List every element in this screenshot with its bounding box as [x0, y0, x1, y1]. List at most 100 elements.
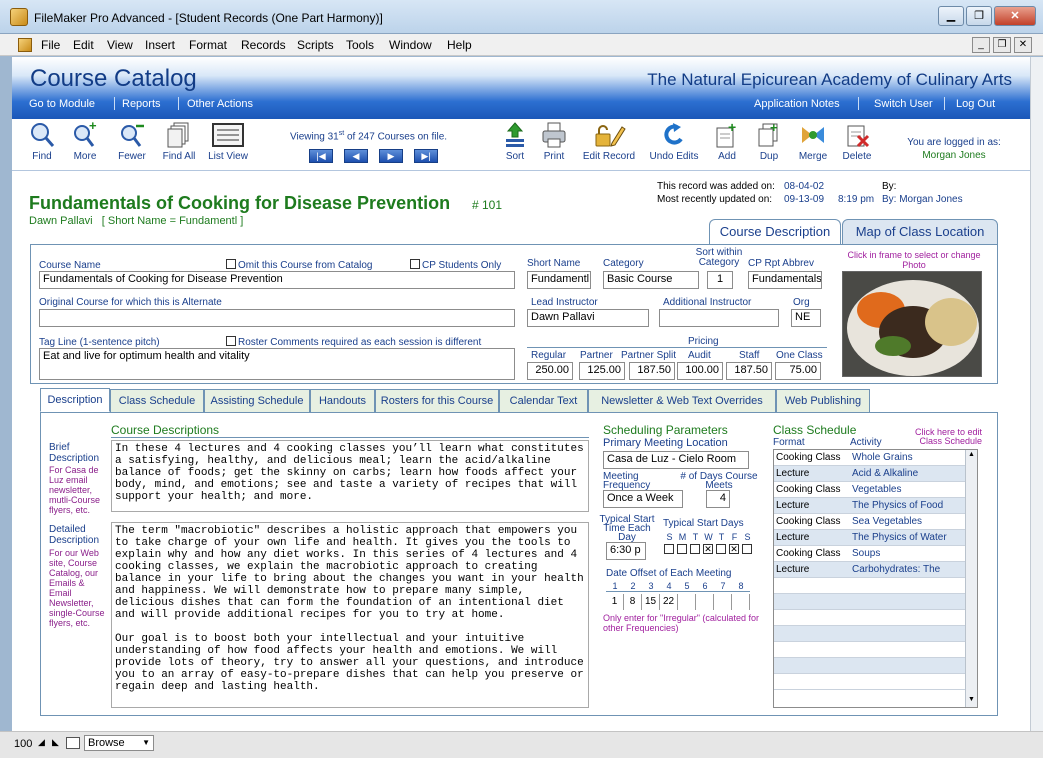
day-checkbox[interactable] [742, 544, 752, 554]
application-notes-link[interactable]: Application Notes [754, 98, 840, 110]
offset-cell[interactable] [678, 594, 696, 610]
frequency-field[interactable]: Once a Week [603, 490, 683, 508]
document-icon[interactable] [18, 38, 32, 52]
previous-record-button[interactable]: ◀ [344, 149, 368, 163]
sort-within-category-field[interactable]: 1 [707, 271, 733, 289]
additional-instructor-field[interactable] [659, 309, 779, 327]
class-schedule-row[interactable] [774, 658, 966, 674]
offset-cell[interactable] [696, 594, 714, 610]
scroll-down-arrow-icon[interactable]: ▼ [967, 696, 976, 706]
zoom-level[interactable]: 100 [14, 738, 32, 750]
course-name-field[interactable]: Fundamentals of Cooking for Disease Prev… [39, 271, 515, 289]
last-record-button[interactable]: ▶| [414, 149, 438, 163]
class-schedule-row[interactable]: Lecture Carbohydrates: The [774, 562, 966, 578]
class-schedule-row[interactable] [774, 610, 966, 626]
reports-link[interactable]: Reports [122, 98, 161, 110]
pricing-partner-field[interactable]: 125.00 [579, 362, 625, 380]
window-scrollbar[interactable] [1030, 57, 1043, 731]
lead-instructor-field[interactable]: Dawn Pallavi [527, 309, 649, 327]
switch-user-link[interactable]: Switch User [874, 98, 933, 110]
offset-cell[interactable] [714, 594, 732, 610]
mdi-close-button[interactable]: ✕ [1014, 37, 1032, 53]
cp-students-only-checkbox[interactable]: CP Students Only [410, 259, 501, 271]
subtab-assisting-schedule[interactable]: Assisting Schedule [204, 389, 310, 413]
add-record-button[interactable]: + Add [712, 119, 742, 162]
class-schedule-row[interactable] [774, 626, 966, 642]
menu-edit[interactable]: Edit [73, 38, 94, 52]
day-checkbox[interactable] [716, 544, 726, 554]
pricing-regular-field[interactable]: 250.00 [527, 362, 573, 380]
undo-edits-button[interactable]: Undo Edits [646, 121, 702, 162]
class-schedule-row[interactable] [774, 594, 966, 610]
edit-class-schedule-link[interactable]: Click here to edit Class Schedule [900, 428, 982, 446]
class-schedule-row[interactable]: Lecture The Physics of Water [774, 530, 966, 546]
print-button[interactable]: Print [538, 121, 570, 162]
start-time-field[interactable]: 6:30 p [606, 542, 646, 560]
subtab-description[interactable]: Description [40, 388, 110, 412]
offset-cell[interactable]: 15 [642, 594, 660, 610]
find-all-button[interactable]: Find All [160, 121, 198, 162]
class-schedule-row[interactable]: Cooking Class Whole Grains [774, 450, 966, 466]
subtab-calendar-text[interactable]: Calendar Text [499, 389, 588, 413]
day-checkbox[interactable] [690, 544, 700, 554]
course-photo[interactable] [842, 271, 982, 377]
mdi-minimize-button[interactable]: _ [972, 37, 990, 53]
tab-map-of-class-location[interactable]: Map of Class Location [842, 219, 998, 245]
merge-button[interactable]: Merge [794, 121, 832, 162]
sort-button[interactable]: Sort [500, 121, 530, 162]
omit-from-catalog-checkbox[interactable]: Omit this Course from Catalog [226, 259, 373, 271]
offset-cell[interactable]: 1 [606, 594, 624, 610]
menu-help[interactable]: Help [447, 38, 472, 52]
day-checkbox[interactable] [677, 544, 687, 554]
menu-window[interactable]: Window [389, 38, 432, 52]
tab-course-description[interactable]: Course Description [709, 219, 841, 245]
offset-cell[interactable]: 8 [624, 594, 642, 610]
class-schedule-row[interactable]: Cooking Class Vegetables [774, 482, 966, 498]
short-name-field[interactable]: Fundamentl [527, 271, 591, 289]
delete-button[interactable]: Delete [838, 121, 876, 162]
schedule-scrollbar[interactable]: ▲ ▼ [965, 450, 977, 707]
edit-record-button[interactable]: Edit Record [580, 121, 638, 162]
detailed-description-field[interactable]: The term "macrobiotic" describes a holis… [111, 522, 589, 708]
menu-format[interactable]: Format [189, 38, 227, 52]
class-schedule-row[interactable]: Lecture Acid & Alkaline [774, 466, 966, 482]
subtab-rosters[interactable]: Rosters for this Course [375, 389, 499, 413]
restore-button[interactable]: ❐ [966, 6, 992, 26]
category-field[interactable]: Basic Course [603, 271, 699, 289]
mode-selector[interactable]: Browse ▼ [84, 735, 154, 751]
mdi-restore-button[interactable]: ❐ [993, 37, 1011, 53]
toggle-status-area-icon[interactable] [66, 737, 80, 749]
class-schedule-row[interactable] [774, 578, 966, 594]
day-checkbox[interactable]: ✕ [703, 544, 713, 554]
class-schedule-row[interactable]: Cooking Class Soups [774, 546, 966, 562]
subtab-handouts[interactable]: Handouts [310, 389, 375, 413]
day-checkbox[interactable] [664, 544, 674, 554]
subtab-web-publishing[interactable]: Web Publishing [776, 389, 870, 413]
scroll-up-arrow-icon[interactable]: ▲ [967, 451, 976, 461]
menu-view[interactable]: View [107, 38, 133, 52]
class-schedule-row[interactable] [774, 642, 966, 658]
more-button[interactable]: + More [68, 118, 102, 162]
tag-line-field[interactable]: Eat and live for optimum health and vita… [39, 348, 515, 380]
menu-tools[interactable]: Tools [346, 38, 374, 52]
other-actions-link[interactable]: Other Actions [187, 98, 253, 110]
zoom-in-icon[interactable]: ◣ [52, 737, 64, 749]
original-course-field[interactable] [39, 309, 515, 327]
go-to-module-link[interactable]: Go to Module [29, 98, 95, 110]
subtab-class-schedule[interactable]: Class Schedule [110, 389, 204, 413]
menu-scripts[interactable]: Scripts [297, 38, 334, 52]
subtab-newsletter-overrides[interactable]: Newsletter & Web Text Overrides [588, 389, 776, 413]
pricing-audit-field[interactable]: 100.00 [677, 362, 723, 380]
log-out-link[interactable]: Log Out [956, 98, 995, 110]
next-record-button[interactable]: ▶ [379, 149, 403, 163]
pricing-one-class-field[interactable]: 75.00 [775, 362, 821, 380]
class-schedule-row[interactable]: Lecture The Physics of Food [774, 498, 966, 514]
first-record-button[interactable]: |◀ [309, 149, 333, 163]
class-schedule-row[interactable] [774, 674, 966, 690]
offset-cell[interactable]: 22 [660, 594, 678, 610]
fewer-button[interactable]: Fewer [114, 121, 150, 162]
menu-insert[interactable]: Insert [145, 38, 175, 52]
duplicate-button[interactable]: + Dup [754, 120, 784, 162]
pricing-partner-split-field[interactable]: 187.50 [629, 362, 675, 380]
location-field[interactable]: Casa de Luz - Cielo Room [603, 451, 749, 469]
